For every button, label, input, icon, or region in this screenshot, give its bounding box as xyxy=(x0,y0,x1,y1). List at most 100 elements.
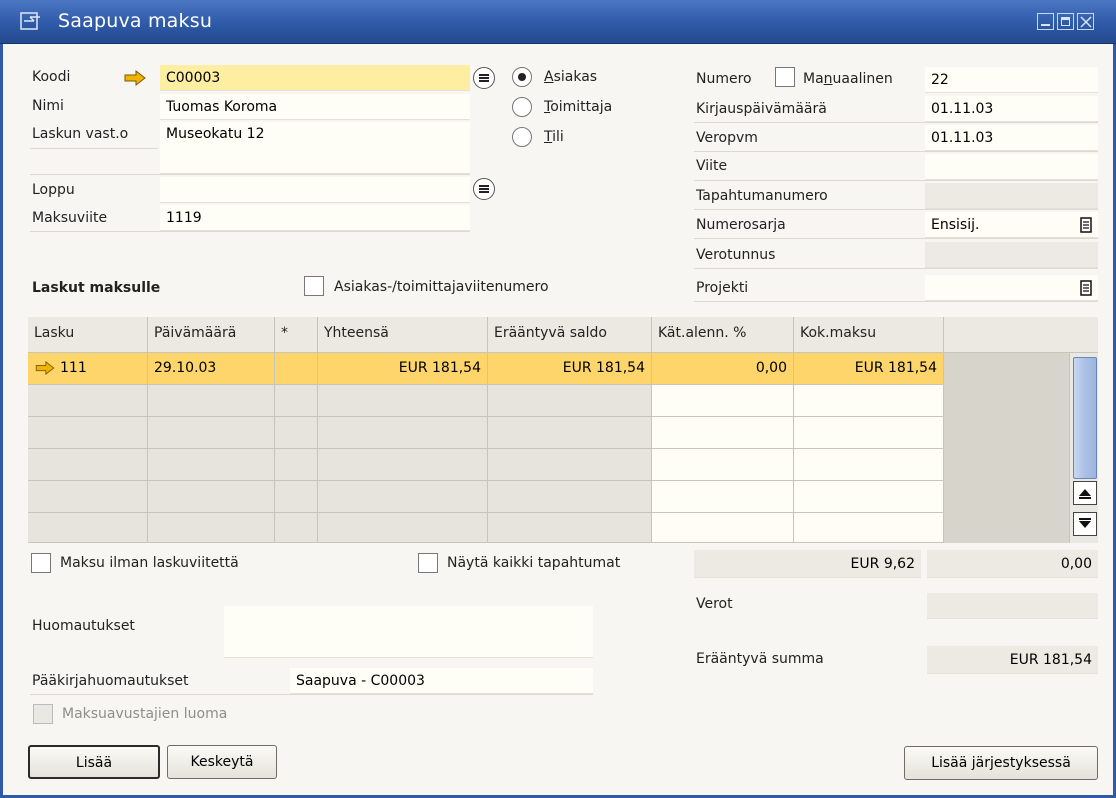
manual-label: Manuaalinen xyxy=(803,71,893,87)
number-label: Numero xyxy=(696,71,752,87)
taxid-label: Verotunnus xyxy=(696,247,776,263)
empty-cell[interactable] xyxy=(148,385,275,417)
empty-cell[interactable] xyxy=(652,513,794,543)
link-arrow-icon[interactable] xyxy=(34,360,56,376)
link-arrow-icon[interactable] xyxy=(123,70,147,86)
empty-cell[interactable] xyxy=(28,481,148,513)
radio-account[interactable] xyxy=(512,127,532,147)
col-header-payment[interactable]: Kok.maksu xyxy=(794,317,944,353)
empty-cell[interactable] xyxy=(28,513,148,543)
empty-cell[interactable] xyxy=(652,449,794,481)
add-button[interactable]: Lisää xyxy=(28,745,160,779)
empty-cell[interactable] xyxy=(275,385,318,417)
empty-cell[interactable] xyxy=(275,513,318,543)
empty-cell[interactable] xyxy=(488,385,652,417)
radio-customer[interactable] xyxy=(512,67,532,87)
cell-payment[interactable]: EUR 181,54 xyxy=(794,353,944,385)
choose-list-icon[interactable] xyxy=(473,67,495,89)
invoices-table: Lasku Päivämäärä * Yhteensä Erääntyvä sa… xyxy=(28,317,1098,543)
table-row[interactable]: 111 xyxy=(28,353,148,385)
show-all-checkbox[interactable] xyxy=(418,553,438,573)
empty-cell[interactable] xyxy=(488,417,652,449)
empty-cell[interactable] xyxy=(794,417,944,449)
divider xyxy=(30,148,158,149)
empty-cell[interactable] xyxy=(148,449,275,481)
divider xyxy=(30,174,470,175)
cell-discount[interactable]: 0,00 xyxy=(652,353,794,385)
cell-date[interactable]: 29.10.03 xyxy=(148,353,275,385)
empty-cell[interactable] xyxy=(275,481,318,513)
col-header-invoice[interactable]: Lasku xyxy=(28,317,148,353)
taxid-field xyxy=(925,242,1098,268)
close-icon[interactable] xyxy=(1077,13,1094,30)
empty-cell[interactable] xyxy=(794,385,944,417)
empty-cell[interactable] xyxy=(28,449,148,481)
minimize-icon[interactable] xyxy=(1037,13,1054,30)
empty-cell[interactable] xyxy=(318,513,488,543)
empty-cell[interactable] xyxy=(652,385,794,417)
series-field[interactable]: Ensisij. xyxy=(925,212,1098,238)
form-icon xyxy=(20,12,40,30)
col-header-date[interactable]: Päivämäärä xyxy=(148,317,275,353)
empty-cell[interactable] xyxy=(148,513,275,543)
bp-ref-checkbox[interactable] xyxy=(304,276,324,296)
reference-field[interactable] xyxy=(925,154,1098,180)
scroll-up-icon[interactable] xyxy=(1073,481,1097,505)
empty-cell[interactable] xyxy=(794,449,944,481)
empty-cell[interactable] xyxy=(148,481,275,513)
empty-cell[interactable] xyxy=(652,481,794,513)
scrollbar-thumb[interactable] xyxy=(1073,357,1097,479)
cell-star[interactable] xyxy=(275,353,318,385)
col-header-discount[interactable]: Kät.alenn. % xyxy=(652,317,794,353)
empty-cell[interactable] xyxy=(652,417,794,449)
col-header-balance[interactable]: Erääntyvä saldo xyxy=(488,317,652,353)
cell-balance[interactable]: EUR 181,54 xyxy=(488,353,652,385)
manual-checkbox[interactable] xyxy=(775,67,795,87)
empty-cell[interactable] xyxy=(28,385,148,417)
empty-cell[interactable] xyxy=(28,417,148,449)
dropdown-icon[interactable] xyxy=(1080,216,1092,234)
title-bar[interactable]: Saapuva maksu xyxy=(0,0,1116,44)
dropdown-icon[interactable] xyxy=(1080,279,1092,297)
empty-cell[interactable] xyxy=(794,513,944,543)
remarks-field[interactable] xyxy=(224,606,593,658)
address-field[interactable]: Museokatu 12 xyxy=(160,122,470,174)
code-label: Koodi xyxy=(32,69,71,85)
choose-list-icon[interactable] xyxy=(473,178,495,200)
scroll-down-icon[interactable] xyxy=(1073,512,1097,536)
cancel-button[interactable]: Keskeytä xyxy=(167,745,277,779)
empty-cell[interactable] xyxy=(275,449,318,481)
maximize-icon[interactable] xyxy=(1057,13,1074,30)
empty-cell[interactable] xyxy=(318,449,488,481)
empty-cell[interactable] xyxy=(318,481,488,513)
remarks-label: Huomautukset xyxy=(32,618,135,634)
number-field[interactable]: 22 xyxy=(925,67,1098,93)
col-header-total[interactable]: Yhteensä xyxy=(318,317,488,353)
cell-total[interactable]: EUR 181,54 xyxy=(318,353,488,385)
no-invoice-checkbox[interactable] xyxy=(31,553,51,573)
empty-cell[interactable] xyxy=(148,417,275,449)
table-scrollbar[interactable] xyxy=(1069,353,1098,543)
radio-supplier-label[interactable]: Toimittaja xyxy=(544,99,612,115)
radio-account-label[interactable]: Tili xyxy=(544,129,564,145)
empty-cell[interactable] xyxy=(794,481,944,513)
posting-date-field[interactable]: 01.11.03 xyxy=(925,96,1098,122)
empty-cell[interactable] xyxy=(488,513,652,543)
empty-cell[interactable] xyxy=(488,481,652,513)
add-in-sequence-button[interactable]: Lisää järjestyksessä xyxy=(904,746,1098,780)
code-field[interactable]: C00003 xyxy=(160,65,470,91)
empty-cell[interactable] xyxy=(488,449,652,481)
journal-field[interactable]: Saapuva - C00003 xyxy=(290,668,593,694)
col-header-star[interactable]: * xyxy=(275,317,318,353)
name-field[interactable]: Tuomas Koroma xyxy=(160,94,470,120)
empty-cell[interactable] xyxy=(318,385,488,417)
radio-supplier[interactable] xyxy=(512,97,532,117)
tax-date-field[interactable]: 01.11.03 xyxy=(925,125,1098,151)
empty-cell[interactable] xyxy=(318,417,488,449)
empty-cell[interactable] xyxy=(275,417,318,449)
radio-customer-label[interactable]: Asiakas xyxy=(544,69,597,85)
project-field[interactable] xyxy=(925,275,1098,301)
journal-label: Pääkirjahuomautukset xyxy=(32,673,189,689)
payref-field[interactable]: 1119 xyxy=(160,205,470,231)
end-field[interactable] xyxy=(160,177,470,203)
